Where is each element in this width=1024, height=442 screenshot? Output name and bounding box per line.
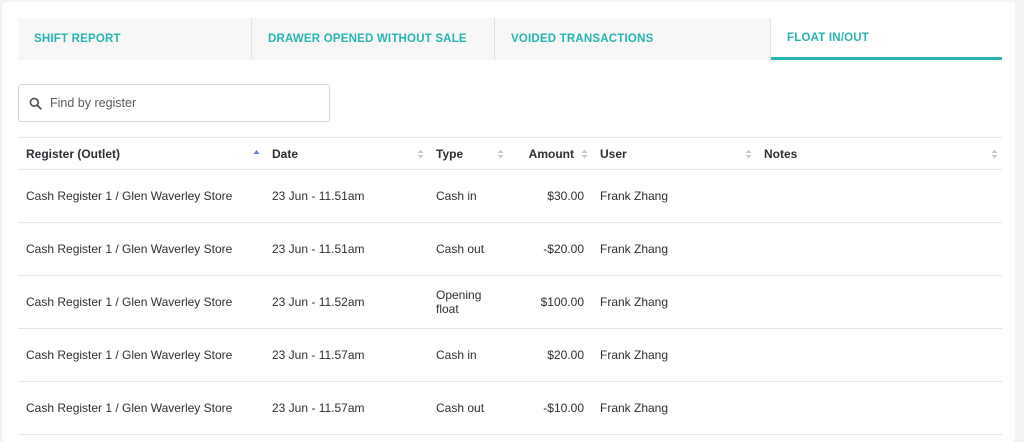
report-panel: SHIFT REPORT DRAWER OPENED WITHOUT SALE … xyxy=(2,2,1015,442)
date-cell: 23 Jun - 11.57am xyxy=(272,348,365,362)
amount-cell: $20.00 xyxy=(547,348,584,362)
user-cell: Frank Zhang xyxy=(600,401,669,415)
register-cell: Cash Register 1 / Glen Waverley Store xyxy=(26,242,233,256)
amount-cell: -$10.00 xyxy=(543,401,584,415)
column-header-notes[interactable]: Notes xyxy=(756,138,1002,170)
table-header-row: Register (Outlet) Date Type Amount User … xyxy=(18,138,1002,170)
column-header-user[interactable]: User xyxy=(592,138,756,170)
table-row[interactable]: Cash Register 1 / Glen Waverley Store 23… xyxy=(18,223,1002,276)
type-cell: Cash out xyxy=(436,242,485,256)
column-header-label: Register (Outlet) xyxy=(26,146,121,161)
search-input[interactable] xyxy=(50,96,310,110)
column-header-label: Date xyxy=(272,146,299,161)
column-header-label: User xyxy=(600,146,627,161)
sort-arrows-icon[interactable] xyxy=(745,149,752,159)
amount-cell: -$20.00 xyxy=(543,242,584,256)
date-cell: 23 Jun - 11.57am xyxy=(272,401,365,415)
date-cell: 23 Jun - 11.51am xyxy=(272,189,365,203)
type-cell: Opening float xyxy=(436,288,482,316)
sort-arrows-icon[interactable] xyxy=(581,149,588,159)
type-cell: Cash in xyxy=(436,348,477,362)
column-header-label: Type xyxy=(436,146,464,161)
user-cell: Frank Zhang xyxy=(600,189,669,203)
register-cell: Cash Register 1 / Glen Waverley Store xyxy=(26,189,233,203)
table-row[interactable]: Cash Register 1 / Glen Waverley Store 23… xyxy=(18,382,1002,435)
register-cell: Cash Register 1 / Glen Waverley Store xyxy=(26,401,233,415)
type-cell: Cash out xyxy=(436,401,485,415)
user-cell: Frank Zhang xyxy=(600,242,669,256)
sort-ascending-icon[interactable] xyxy=(253,149,260,159)
tab-shift-report[interactable]: SHIFT REPORT xyxy=(18,18,252,60)
column-header-label: Notes xyxy=(764,146,798,161)
table-row[interactable]: Cash Register 1 / Glen Waverley Store 23… xyxy=(18,329,1002,382)
date-cell: 23 Jun - 11.52am xyxy=(272,295,365,309)
type-cell: Cash in xyxy=(436,189,477,203)
register-cell: Cash Register 1 / Glen Waverley Store xyxy=(26,348,233,362)
tab-drawer-opened-without-sale[interactable]: DRAWER OPENED WITHOUT SALE xyxy=(252,18,495,60)
column-header-date[interactable]: Date xyxy=(264,138,428,170)
column-header-amount[interactable]: Amount xyxy=(508,138,592,170)
table-row[interactable]: Cash Register 1 / Glen Waverley Store 23… xyxy=(18,170,1002,223)
tab-float-in-out[interactable]: FLOAT IN/OUT xyxy=(771,18,1002,60)
user-cell: Frank Zhang xyxy=(600,348,669,362)
amount-cell: $100.00 xyxy=(540,295,584,309)
date-cell: 23 Jun - 11.51am xyxy=(272,242,365,256)
sort-arrows-icon[interactable] xyxy=(991,149,998,159)
amount-cell: $30.00 xyxy=(547,189,584,203)
float-table: Register (Outlet) Date Type Amount User … xyxy=(18,137,1002,435)
tab-voided-transactions[interactable]: VOIDED TRANSACTIONS xyxy=(495,18,771,60)
search-box[interactable] xyxy=(18,84,330,122)
table-row[interactable]: Cash Register 1 / Glen Waverley Store 23… xyxy=(18,276,1002,329)
user-cell: Frank Zhang xyxy=(600,295,669,309)
sort-arrows-icon[interactable] xyxy=(497,149,504,159)
search-icon xyxy=(29,97,42,110)
column-header-label: Amount xyxy=(528,146,574,161)
report-tabs: SHIFT REPORT DRAWER OPENED WITHOUT SALE … xyxy=(18,18,1002,60)
column-header-type[interactable]: Type xyxy=(428,138,508,170)
sort-arrows-icon[interactable] xyxy=(417,149,424,159)
column-header-register[interactable]: Register (Outlet) xyxy=(18,138,264,170)
register-cell: Cash Register 1 / Glen Waverley Store xyxy=(26,295,233,309)
